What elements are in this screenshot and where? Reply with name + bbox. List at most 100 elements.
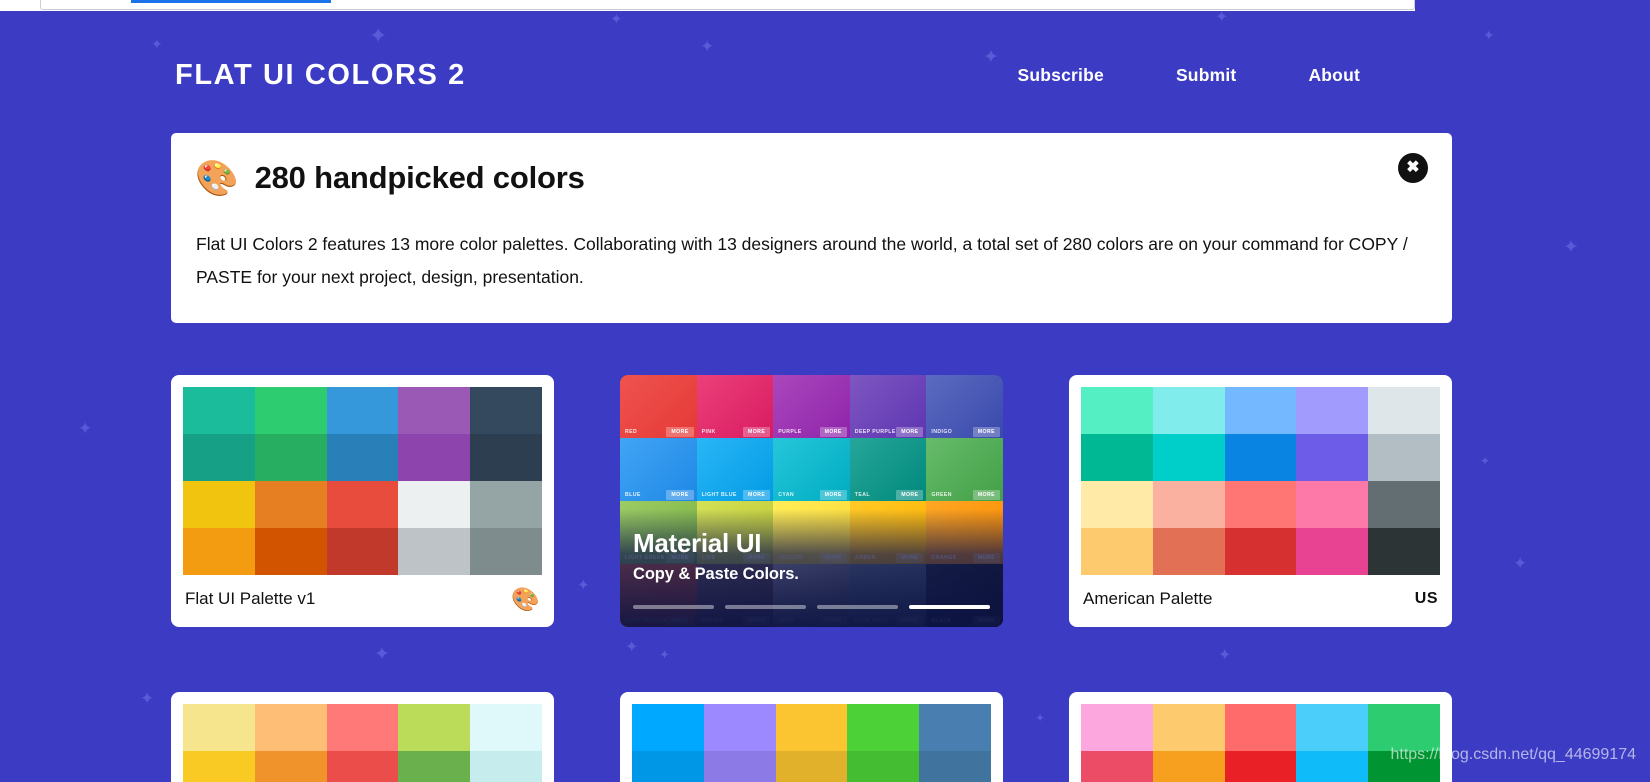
color-swatch[interactable] (919, 751, 991, 782)
color-swatch[interactable] (183, 387, 255, 434)
color-swatch[interactable] (1296, 387, 1369, 434)
color-swatch[interactable] (183, 434, 255, 481)
color-swatch[interactable] (1224, 434, 1297, 481)
palette-card[interactable]: Aussie PaletteAU (171, 692, 554, 782)
color-swatch[interactable] (1368, 751, 1440, 782)
color-swatch[interactable] (398, 387, 471, 434)
color-swatch[interactable] (326, 751, 399, 782)
color-swatch[interactable] (1081, 434, 1153, 481)
carousel-indicator[interactable] (725, 605, 806, 609)
color-swatch[interactable] (1368, 387, 1440, 434)
color-swatch[interactable] (398, 751, 471, 782)
hero-swatch-cell[interactable]: PURPLE MORE (773, 375, 850, 438)
color-swatch[interactable] (398, 528, 471, 575)
more-button[interactable]: MORE (743, 490, 771, 500)
color-swatch[interactable] (254, 704, 327, 751)
more-button[interactable]: MORE (819, 490, 847, 500)
more-button[interactable]: MORE (819, 427, 847, 437)
color-swatch[interactable] (183, 481, 255, 528)
color-swatch[interactable] (326, 387, 399, 434)
color-swatch[interactable] (1296, 528, 1369, 575)
hero-swatch-cell[interactable]: RED MORE (620, 375, 697, 438)
color-swatch[interactable] (1152, 481, 1225, 528)
hero-swatch-cell[interactable]: LIGHT BLUE MORE (696, 438, 774, 501)
color-swatch[interactable] (632, 751, 704, 782)
more-button[interactable]: MORE (972, 427, 1000, 437)
nav-link-submit[interactable]: Submit (1176, 65, 1237, 86)
color-swatch[interactable] (1296, 704, 1369, 751)
color-swatch[interactable] (183, 704, 255, 751)
color-swatch[interactable] (1296, 434, 1369, 481)
color-swatch[interactable] (1224, 387, 1297, 434)
color-swatch[interactable] (1152, 528, 1225, 575)
hero-swatch-cell[interactable]: BLUE MORE (620, 438, 697, 501)
color-swatch[interactable] (183, 528, 255, 575)
color-swatch[interactable] (703, 751, 776, 782)
color-swatch[interactable] (326, 481, 399, 528)
close-icon[interactable]: ✖ (1398, 153, 1428, 183)
more-button[interactable]: MORE (743, 427, 771, 437)
hero-swatch-cell[interactable]: DEEP PURPLE MORE (849, 375, 927, 438)
more-button[interactable]: MORE (666, 490, 694, 500)
browser-tab-strip[interactable] (40, 0, 1415, 10)
nav-link-about[interactable]: About (1308, 65, 1360, 86)
palette-card[interactable]: RED MORE PINK MORE PURPLE MORE DEEP PURPLE MORE… (620, 375, 1003, 627)
color-swatch[interactable] (1152, 704, 1225, 751)
color-swatch[interactable] (1081, 751, 1153, 782)
color-swatch[interactable] (847, 704, 920, 751)
color-swatch[interactable] (254, 434, 327, 481)
color-swatch[interactable] (398, 704, 471, 751)
color-swatch[interactable] (398, 481, 471, 528)
more-button[interactable]: MORE (972, 490, 1000, 500)
color-swatch[interactable] (775, 704, 848, 751)
color-swatch[interactable] (398, 434, 471, 481)
nav-link-subscribe[interactable]: Subscribe (1018, 65, 1104, 86)
more-button[interactable]: MORE (896, 427, 924, 437)
color-swatch[interactable] (919, 704, 991, 751)
color-swatch[interactable] (703, 704, 776, 751)
color-swatch[interactable] (1296, 481, 1369, 528)
palette-card[interactable]: Flat UI Palette v1 🎨 (171, 375, 554, 627)
color-swatch[interactable] (470, 704, 542, 751)
color-swatch[interactable] (1224, 704, 1297, 751)
color-swatch[interactable] (1368, 434, 1440, 481)
hero-swatch-cell[interactable]: CYAN MORE (773, 438, 850, 501)
color-swatch[interactable] (1152, 387, 1225, 434)
color-swatch[interactable] (1224, 751, 1297, 782)
color-swatch[interactable] (1368, 481, 1440, 528)
color-swatch[interactable] (1081, 387, 1153, 434)
more-button[interactable]: MORE (666, 427, 694, 437)
color-swatch[interactable] (632, 704, 704, 751)
color-swatch[interactable] (1152, 434, 1225, 481)
hero-swatch-cell[interactable]: PINK MORE (696, 375, 774, 438)
color-swatch[interactable] (1081, 481, 1153, 528)
color-swatch[interactable] (254, 528, 327, 575)
hero-swatch-cell[interactable]: TEAL MORE (849, 438, 927, 501)
color-swatch[interactable] (183, 751, 255, 782)
carousel-indicator[interactable] (909, 605, 990, 609)
color-swatch[interactable] (254, 481, 327, 528)
color-swatch[interactable] (1368, 704, 1440, 751)
carousel-indicator[interactable] (817, 605, 898, 609)
color-swatch[interactable] (470, 387, 542, 434)
color-swatch[interactable] (1368, 528, 1440, 575)
color-swatch[interactable] (470, 434, 542, 481)
palette-card[interactable]: American Palette US (1069, 375, 1452, 627)
color-swatch[interactable] (254, 387, 327, 434)
color-swatch[interactable] (1152, 751, 1225, 782)
hero-swatch-cell[interactable]: INDIGO MORE (926, 375, 1003, 438)
more-button[interactable]: MORE (896, 490, 924, 500)
color-swatch[interactable] (470, 528, 542, 575)
palette-card[interactable]: Spanish PaletteES (1069, 692, 1452, 782)
carousel-indicator[interactable] (633, 605, 714, 609)
palette-card[interactable]: British PaletteGB (620, 692, 1003, 782)
color-swatch[interactable] (326, 434, 399, 481)
color-swatch[interactable] (470, 751, 542, 782)
color-swatch[interactable] (254, 751, 327, 782)
site-logo[interactable]: FLAT UI COLORS 2 (175, 59, 466, 92)
color-swatch[interactable] (1224, 528, 1297, 575)
color-swatch[interactable] (1224, 481, 1297, 528)
color-swatch[interactable] (1081, 528, 1153, 575)
hero-swatch-cell[interactable]: GREEN MORE (926, 438, 1003, 501)
color-swatch[interactable] (326, 528, 399, 575)
